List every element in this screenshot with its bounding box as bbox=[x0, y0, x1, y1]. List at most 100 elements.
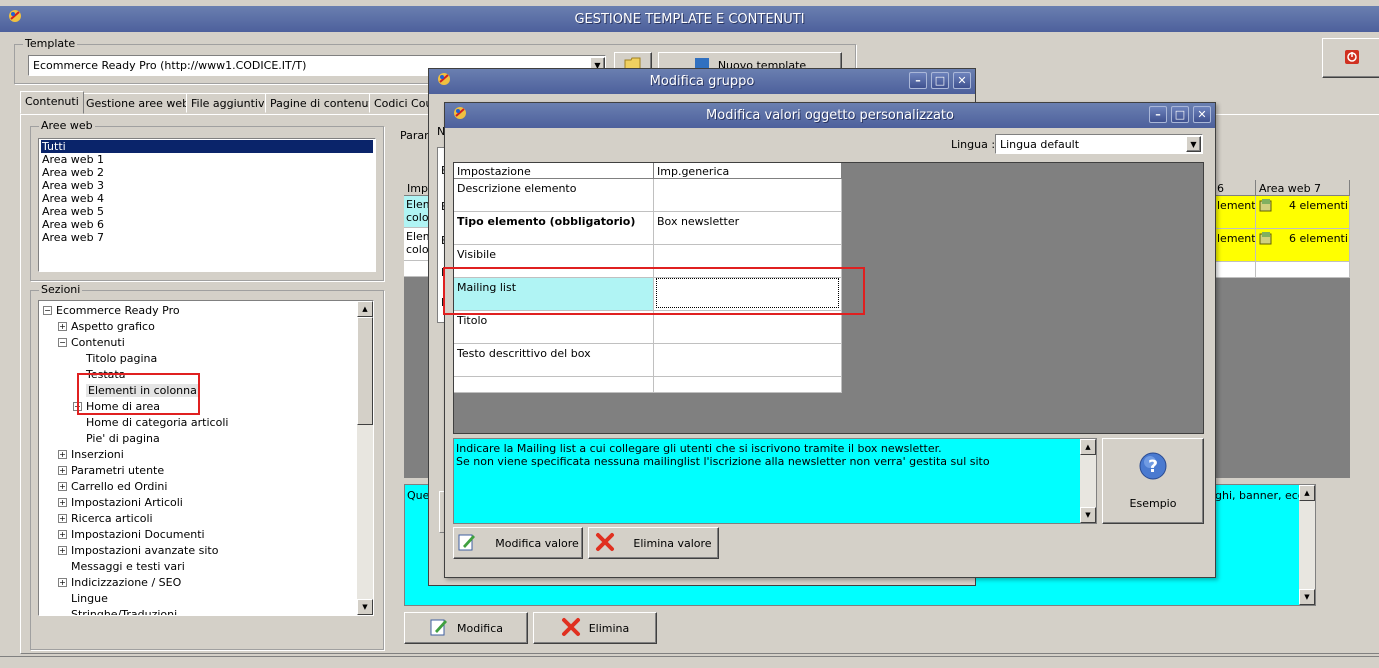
aree-web-item[interactable]: Area web 3 bbox=[41, 179, 373, 192]
grid-row-name[interactable]: Testo descrittivo del box bbox=[454, 344, 654, 377]
tab-file-aggiuntivi-label: File aggiuntivi bbox=[191, 97, 268, 110]
grid-row-name[interactable]: Titolo bbox=[454, 311, 654, 344]
bg-desc-scrollbar[interactable]: ▲ ▼ bbox=[1299, 485, 1315, 605]
aree-web-item[interactable]: Area web 7 bbox=[41, 231, 373, 244]
tab-contenuti[interactable]: Contenuti bbox=[20, 91, 84, 114]
tab-strip: Contenuti Gestione aree web File aggiunt… bbox=[20, 91, 445, 115]
tab-file-aggiuntivi[interactable]: File aggiuntivi bbox=[186, 93, 273, 113]
edit-icon bbox=[457, 532, 477, 555]
tree-expand-icon[interactable]: + bbox=[58, 530, 67, 539]
bg-row1-b: colo bbox=[406, 211, 429, 224]
tree-item[interactable]: Home di categoria articoli bbox=[73, 416, 228, 429]
grid-row-value[interactable] bbox=[654, 179, 842, 212]
scroll-thumb[interactable] bbox=[357, 317, 373, 425]
grid-empty-cell bbox=[454, 377, 654, 393]
aree-web-list[interactable]: Tutti Area web 1 Area web 2 Area web 3 Area … bbox=[38, 138, 376, 272]
bg-row2-col6-text: lementi bbox=[1217, 232, 1256, 245]
aree-web-item[interactable]: Area web 5 bbox=[41, 205, 373, 218]
tree-item[interactable]: + Ricerca articoli bbox=[58, 512, 153, 525]
esempio-button[interactable]: ? Esempio bbox=[1102, 438, 1204, 524]
tree-item-label: Home di categoria articoli bbox=[86, 416, 229, 429]
bg-row2-col7: 6 elementi bbox=[1256, 229, 1350, 262]
tab-pagine-di-contenuti[interactable]: Pagine di contenuti bbox=[265, 93, 381, 113]
grid-row-name[interactable]: Descrizione elemento bbox=[454, 179, 654, 212]
aree-web-item[interactable]: Area web 2 bbox=[41, 166, 373, 179]
main-title: GESTIONE TEMPLATE E CONTENUTI bbox=[574, 11, 805, 27]
tree-item[interactable]: Stringhe/Traduzioni bbox=[58, 608, 177, 615]
tree-item[interactable]: Messaggi e testi vari bbox=[58, 560, 185, 573]
lingua-combo-value: Lingua default bbox=[1000, 138, 1080, 151]
tree-item[interactable]: Lingue bbox=[58, 592, 108, 605]
tree-item[interactable]: + Impostazioni Articoli bbox=[58, 496, 183, 509]
close-button[interactable]: ✕ bbox=[1193, 106, 1211, 123]
elimina-button[interactable]: Elimina bbox=[533, 612, 657, 644]
aree-web-item[interactable]: Area web 4 bbox=[41, 192, 373, 205]
scroll-down-arrow[interactable]: ▼ bbox=[1080, 507, 1096, 523]
scroll-up-arrow[interactable]: ▲ bbox=[357, 301, 373, 317]
bg-row3-col7 bbox=[1256, 262, 1350, 278]
grid-row-value[interactable]: Box newsletter bbox=[654, 212, 842, 245]
tree-item[interactable]: − Contenuti bbox=[58, 336, 125, 349]
tree-item[interactable]: Pie' di pagina bbox=[73, 432, 160, 445]
bg-header-col7: Area web 7 bbox=[1256, 180, 1350, 196]
app-icon bbox=[453, 106, 467, 120]
scroll-up-arrow[interactable]: ▲ bbox=[1080, 439, 1096, 455]
minimize-button[interactable]: – bbox=[909, 72, 927, 89]
tree-expand-icon[interactable]: + bbox=[58, 466, 67, 475]
element-icon bbox=[1259, 199, 1273, 216]
tree-item[interactable]: + Parametri utente bbox=[58, 464, 164, 477]
tree-collapse-icon[interactable]: − bbox=[58, 338, 67, 347]
grid-row-name[interactable]: Tipo elemento (obbligatorio) bbox=[454, 212, 654, 245]
tree-root[interactable]: − Ecommerce Ready Pro bbox=[43, 304, 180, 317]
aree-web-item[interactable]: Area web 1 bbox=[41, 153, 373, 166]
tree-collapse-icon[interactable]: − bbox=[43, 306, 52, 315]
tab-gestione-aree-web[interactable]: Gestione aree web bbox=[81, 93, 195, 113]
tree-scrollbar[interactable]: ▲ ▼ bbox=[357, 301, 373, 615]
bg-row2-col7-text: 6 elementi bbox=[1289, 232, 1348, 245]
tree-item[interactable]: + Impostazioni avanzate sito bbox=[58, 544, 218, 557]
tree-expand-icon[interactable]: + bbox=[58, 498, 67, 507]
help-line-1: Indicare la Mailing list a cui collegare… bbox=[456, 442, 942, 455]
help-scrollbar[interactable]: ▲ ▼ bbox=[1080, 439, 1096, 523]
tree-expand-icon[interactable]: + bbox=[58, 546, 67, 555]
close-button[interactable]: ✕ bbox=[953, 72, 971, 89]
tree-item[interactable]: + Indicizzazione / SEO bbox=[58, 576, 181, 589]
minimize-button[interactable]: – bbox=[1149, 106, 1167, 123]
tree-root-label: Ecommerce Ready Pro bbox=[56, 304, 180, 317]
lingua-combo[interactable]: Lingua default bbox=[995, 134, 1203, 154]
close-window-button[interactable] bbox=[1322, 38, 1379, 78]
lingua-combo-arrow[interactable]: ▼ bbox=[1186, 136, 1201, 152]
app-icon bbox=[437, 72, 451, 86]
svg-text:?: ? bbox=[1148, 457, 1158, 477]
tree-expand-icon[interactable]: + bbox=[58, 450, 67, 459]
tree-expand-icon[interactable]: + bbox=[58, 514, 67, 523]
tree-expand-icon[interactable]: + bbox=[58, 482, 67, 491]
aree-web-item[interactable]: Tutti bbox=[41, 140, 373, 153]
delete-x-icon bbox=[595, 532, 615, 555]
sezioni-tree[interactable]: − Ecommerce Ready Pro + Aspetto grafico − C… bbox=[38, 300, 374, 616]
modifica-valore-button[interactable]: Modifica valore bbox=[453, 527, 583, 559]
maximize-button[interactable]: □ bbox=[1171, 106, 1189, 123]
maximize-button[interactable]: □ bbox=[931, 72, 949, 89]
scroll-down-arrow[interactable]: ▼ bbox=[357, 599, 373, 615]
tree-expand-icon[interactable]: + bbox=[58, 578, 67, 587]
scroll-down-arrow[interactable]: ▼ bbox=[1299, 589, 1315, 605]
tree-item[interactable]: + Impostazioni Documenti bbox=[58, 528, 205, 541]
grid-row-value[interactable] bbox=[654, 311, 842, 344]
tree-item[interactable]: + Inserzioni bbox=[58, 448, 124, 461]
tree-item-label: Pie' di pagina bbox=[86, 432, 160, 445]
grid-row-value[interactable] bbox=[654, 344, 842, 377]
tree-item-label: Impostazioni Articoli bbox=[71, 496, 183, 509]
scroll-up-arrow[interactable]: ▲ bbox=[1299, 485, 1315, 501]
aree-web-item[interactable]: Area web 6 bbox=[41, 218, 373, 231]
template-combo-value: Ecommerce Ready Pro (http://www1.CODICE.… bbox=[33, 59, 307, 72]
lingua-label: Lingua : bbox=[951, 138, 996, 151]
tree-item[interactable]: Titolo pagina bbox=[73, 352, 157, 365]
tree-expand-icon[interactable]: + bbox=[58, 322, 67, 331]
sezioni-legend: Sezioni bbox=[39, 283, 83, 296]
tree-item[interactable]: + Aspetto grafico bbox=[58, 320, 155, 333]
tree-item[interactable]: + Carrello ed Ordini bbox=[58, 480, 167, 493]
help-text-box[interactable]: Indicare la Mailing list a cui collegare… bbox=[453, 438, 1097, 524]
modifica-button[interactable]: Modifica bbox=[404, 612, 528, 644]
elimina-valore-button[interactable]: Elimina valore bbox=[588, 527, 719, 559]
